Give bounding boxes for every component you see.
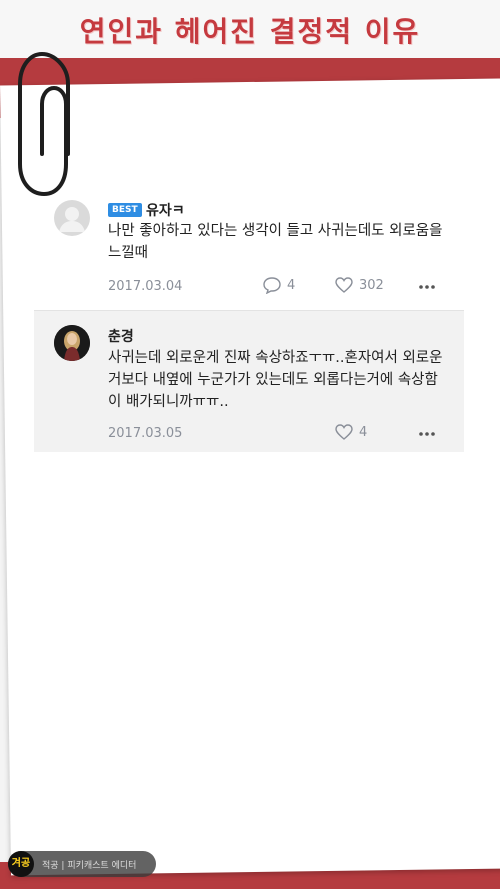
comment-username[interactable]: 유자ㅋ [146,200,185,220]
editor-credit-text: 적공 | 피키캐스트 에디터 [42,861,137,871]
best-badge: BEST [108,203,142,217]
paperclip-icon [18,51,70,197]
like-count: 302 [359,277,384,293]
avatar-placeholder[interactable] [54,200,90,236]
more-dots-icon[interactable] [418,284,436,290]
user-silhouette-icon [59,207,85,232]
reply-button[interactable]: 4 [262,276,295,294]
comment-date: 2017.03.04 [108,279,183,294]
reply-count: 4 [287,277,296,293]
heart-icon [335,424,353,440]
speech-bubble-icon [263,277,281,294]
comment-item: 춘경 사귀는데 외로운게 진짜 속상하죠ㅜㅠ..혼자여서 외로운거보다 내옆에 … [34,310,464,452]
like-count: 4 [359,424,368,440]
comment-item: BEST 유자ㅋ 나만 좋아하고 있다는 생각이 들고 사귀는데도 외로움을 느… [34,190,464,308]
comment-date: 2017.03.05 [108,426,183,441]
comment-text: 사귀는데 외로운게 진짜 속상하죠ㅜㅠ..혼자여서 외로운거보다 내옆에 누군가… [108,350,443,410]
editor-credit[interactable]: 겨공 적공 | 피키캐스트 에디터 [8,851,156,877]
like-button[interactable]: 4 [334,423,367,441]
editor-logo: 겨공 [8,851,34,877]
more-dots-icon[interactable] [418,431,436,437]
comment-text: 나만 좋아하고 있다는 생각이 들고 사귀는데도 외로움을 느낄때 [108,223,443,261]
avatar[interactable] [54,325,90,361]
like-button[interactable]: 302 [334,276,384,294]
comment-username[interactable]: 춘경 [108,326,134,346]
profile-photo-icon [54,325,90,361]
heart-icon [335,277,353,293]
